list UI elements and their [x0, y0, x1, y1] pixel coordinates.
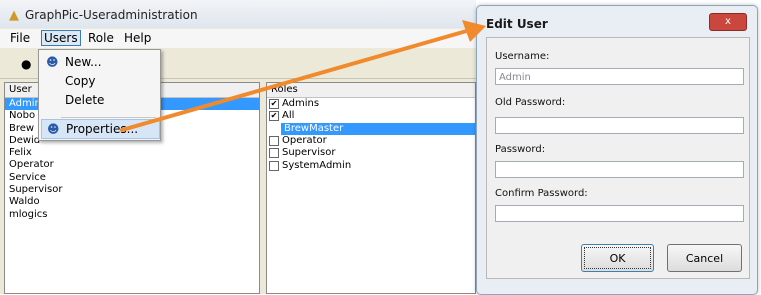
menu-item-properties[interactable]: ☻ Properties... [41, 119, 160, 139]
menu-item-copy[interactable]: Copy [41, 72, 158, 90]
menu-item-label: Delete [65, 93, 105, 107]
role-list-item[interactable]: BrewMaster [281, 122, 475, 135]
role-label: Supervisor [282, 147, 336, 159]
role-checkbox[interactable] [269, 136, 279, 147]
menu-item-label: Copy [65, 74, 96, 88]
user-list-item[interactable]: Service [5, 172, 259, 184]
user-list-item[interactable]: Operator [5, 159, 259, 171]
user-list-item[interactable]: Supervisor [5, 184, 259, 196]
menu-separator [61, 117, 156, 118]
role-label: Operator [282, 135, 327, 147]
dialog-body: Username: Admin Old Password: Password: … [486, 37, 750, 279]
role-list-item[interactable]: ✔ All [267, 110, 475, 122]
new-user-icon: ☻ [46, 55, 59, 69]
menu-item-new[interactable]: ☻ New... [41, 53, 158, 71]
username-field[interactable]: Admin [495, 68, 744, 85]
menu-help[interactable]: Help [122, 31, 153, 45]
user-list-item[interactable]: Waldo [5, 196, 259, 208]
menu-users[interactable]: Users [41, 30, 81, 46]
username-label: Username: [495, 51, 550, 62]
edit-user-dialog: Edit User x Username: Admin Old Password… [476, 5, 758, 295]
window-title: GraphPic-Useradministration [25, 8, 198, 22]
old-password-field[interactable] [495, 117, 744, 134]
users-dropdown-menu: ☻ New... Copy Delete ☻ Properties... [38, 49, 161, 141]
menu-bar: File Users Role Help [0, 29, 476, 48]
role-checkbox[interactable]: ✔ [269, 111, 279, 122]
dialog-title: Edit User [486, 17, 548, 31]
old-password-label: Old Password: [495, 97, 566, 108]
user-list-item[interactable]: Felix [5, 147, 259, 159]
confirm-password-field[interactable] [495, 205, 744, 222]
close-icon: x [725, 16, 731, 27]
role-list-item[interactable]: SystemAdmin [267, 159, 475, 171]
cancel-button[interactable]: Cancel [667, 244, 742, 272]
app-icon: ▲ [9, 8, 19, 23]
ok-button[interactable]: OK [581, 244, 654, 272]
roles-list: ✔ Admins ✔ All BrewMaster Operator Supervisor S… [267, 98, 475, 172]
main-window: ▲ GraphPic-Useradministration File Users… [0, 0, 476, 294]
roles-pane: Roles ✔ Admins ✔ All BrewMaster Operator Super… [266, 82, 476, 294]
role-label: All [282, 110, 295, 122]
role-list-item[interactable]: ✔ Admins [267, 98, 475, 110]
role-checkbox[interactable] [269, 148, 279, 159]
properties-icon: ☻ [47, 122, 60, 136]
menu-item-delete[interactable]: Delete [41, 91, 158, 109]
role-label: Admins [282, 98, 320, 110]
password-label: Password: [495, 144, 546, 155]
confirm-password-label: Confirm Password: [495, 188, 588, 199]
role-label: BrewMaster [284, 122, 344, 135]
role-label: SystemAdmin [282, 159, 352, 171]
roles-pane-header[interactable]: Roles [267, 83, 475, 98]
menu-item-label: New... [65, 55, 102, 69]
role-checkbox[interactable]: ✔ [269, 99, 279, 110]
menu-item-label: Properties... [66, 122, 139, 136]
user-list-item[interactable]: mlogics [5, 209, 259, 221]
title-bar: ▲ GraphPic-Useradministration [0, 0, 476, 28]
menu-file[interactable]: File [8, 31, 32, 45]
role-checkbox[interactable] [269, 160, 279, 171]
role-list-item[interactable]: Supervisor [267, 147, 475, 159]
role-list-item[interactable]: Operator [267, 135, 475, 147]
menu-role[interactable]: Role [86, 31, 116, 45]
password-field[interactable] [495, 161, 744, 178]
close-button[interactable]: x [709, 13, 747, 31]
user-icon[interactable]: ● [21, 57, 31, 71]
